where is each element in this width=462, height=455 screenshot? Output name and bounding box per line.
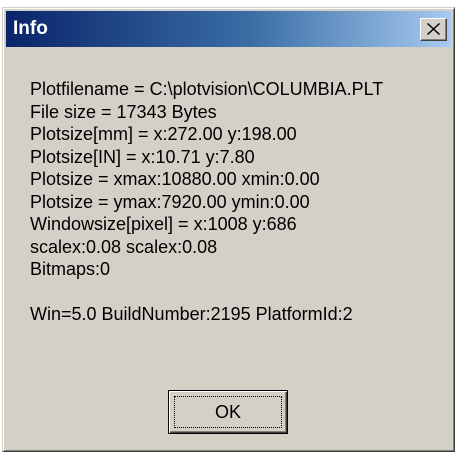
title-bar[interactable]: Info: [6, 11, 451, 47]
window-title: Info: [13, 18, 48, 39]
ok-button[interactable]: OK: [168, 390, 288, 434]
info-line-plotsize-y: Plotsize = ymax:7920.00 ymin:0.00: [30, 191, 310, 212]
line-spacer: [30, 281, 383, 304]
info-line-bitmaps: Bitmaps:0: [30, 259, 111, 279]
info-text: Plotfilename = C:\plotvision\COLUMBIA.PL…: [30, 78, 383, 326]
info-line-scale: scalex:0.08 scalex:0.08: [30, 236, 218, 257]
focus-rectangle: OK: [174, 396, 282, 428]
ok-button-label: OK: [214, 402, 241, 422]
info-line-version: Win=5.0 BuildNumber:2195 PlatformId:2: [30, 304, 353, 324]
info-line-file-size: File size = 17343 Bytes: [30, 101, 217, 122]
info-dialog: Info Plotfilename = C:\plotvision\COLUMB…: [2, 7, 455, 452]
close-button[interactable]: [420, 18, 447, 41]
info-line-plotsize-x: Plotsize = xmax:10880.00 xmin:0.00: [30, 169, 320, 189]
info-line-plotfilename: Plotfilename = C:\plotvision\COLUMBIA.PL…: [30, 79, 384, 99]
close-icon: [427, 23, 440, 35]
info-line-windowsize: Windowsize[pixel] = x:1008 y:686: [30, 214, 297, 234]
info-line-plotsize-mm: Plotsize[mm] = x:272.00 y:198.00: [30, 124, 297, 144]
info-line-plotsize-in: Plotsize[IN] = x:10.71 y:7.80: [30, 146, 255, 167]
